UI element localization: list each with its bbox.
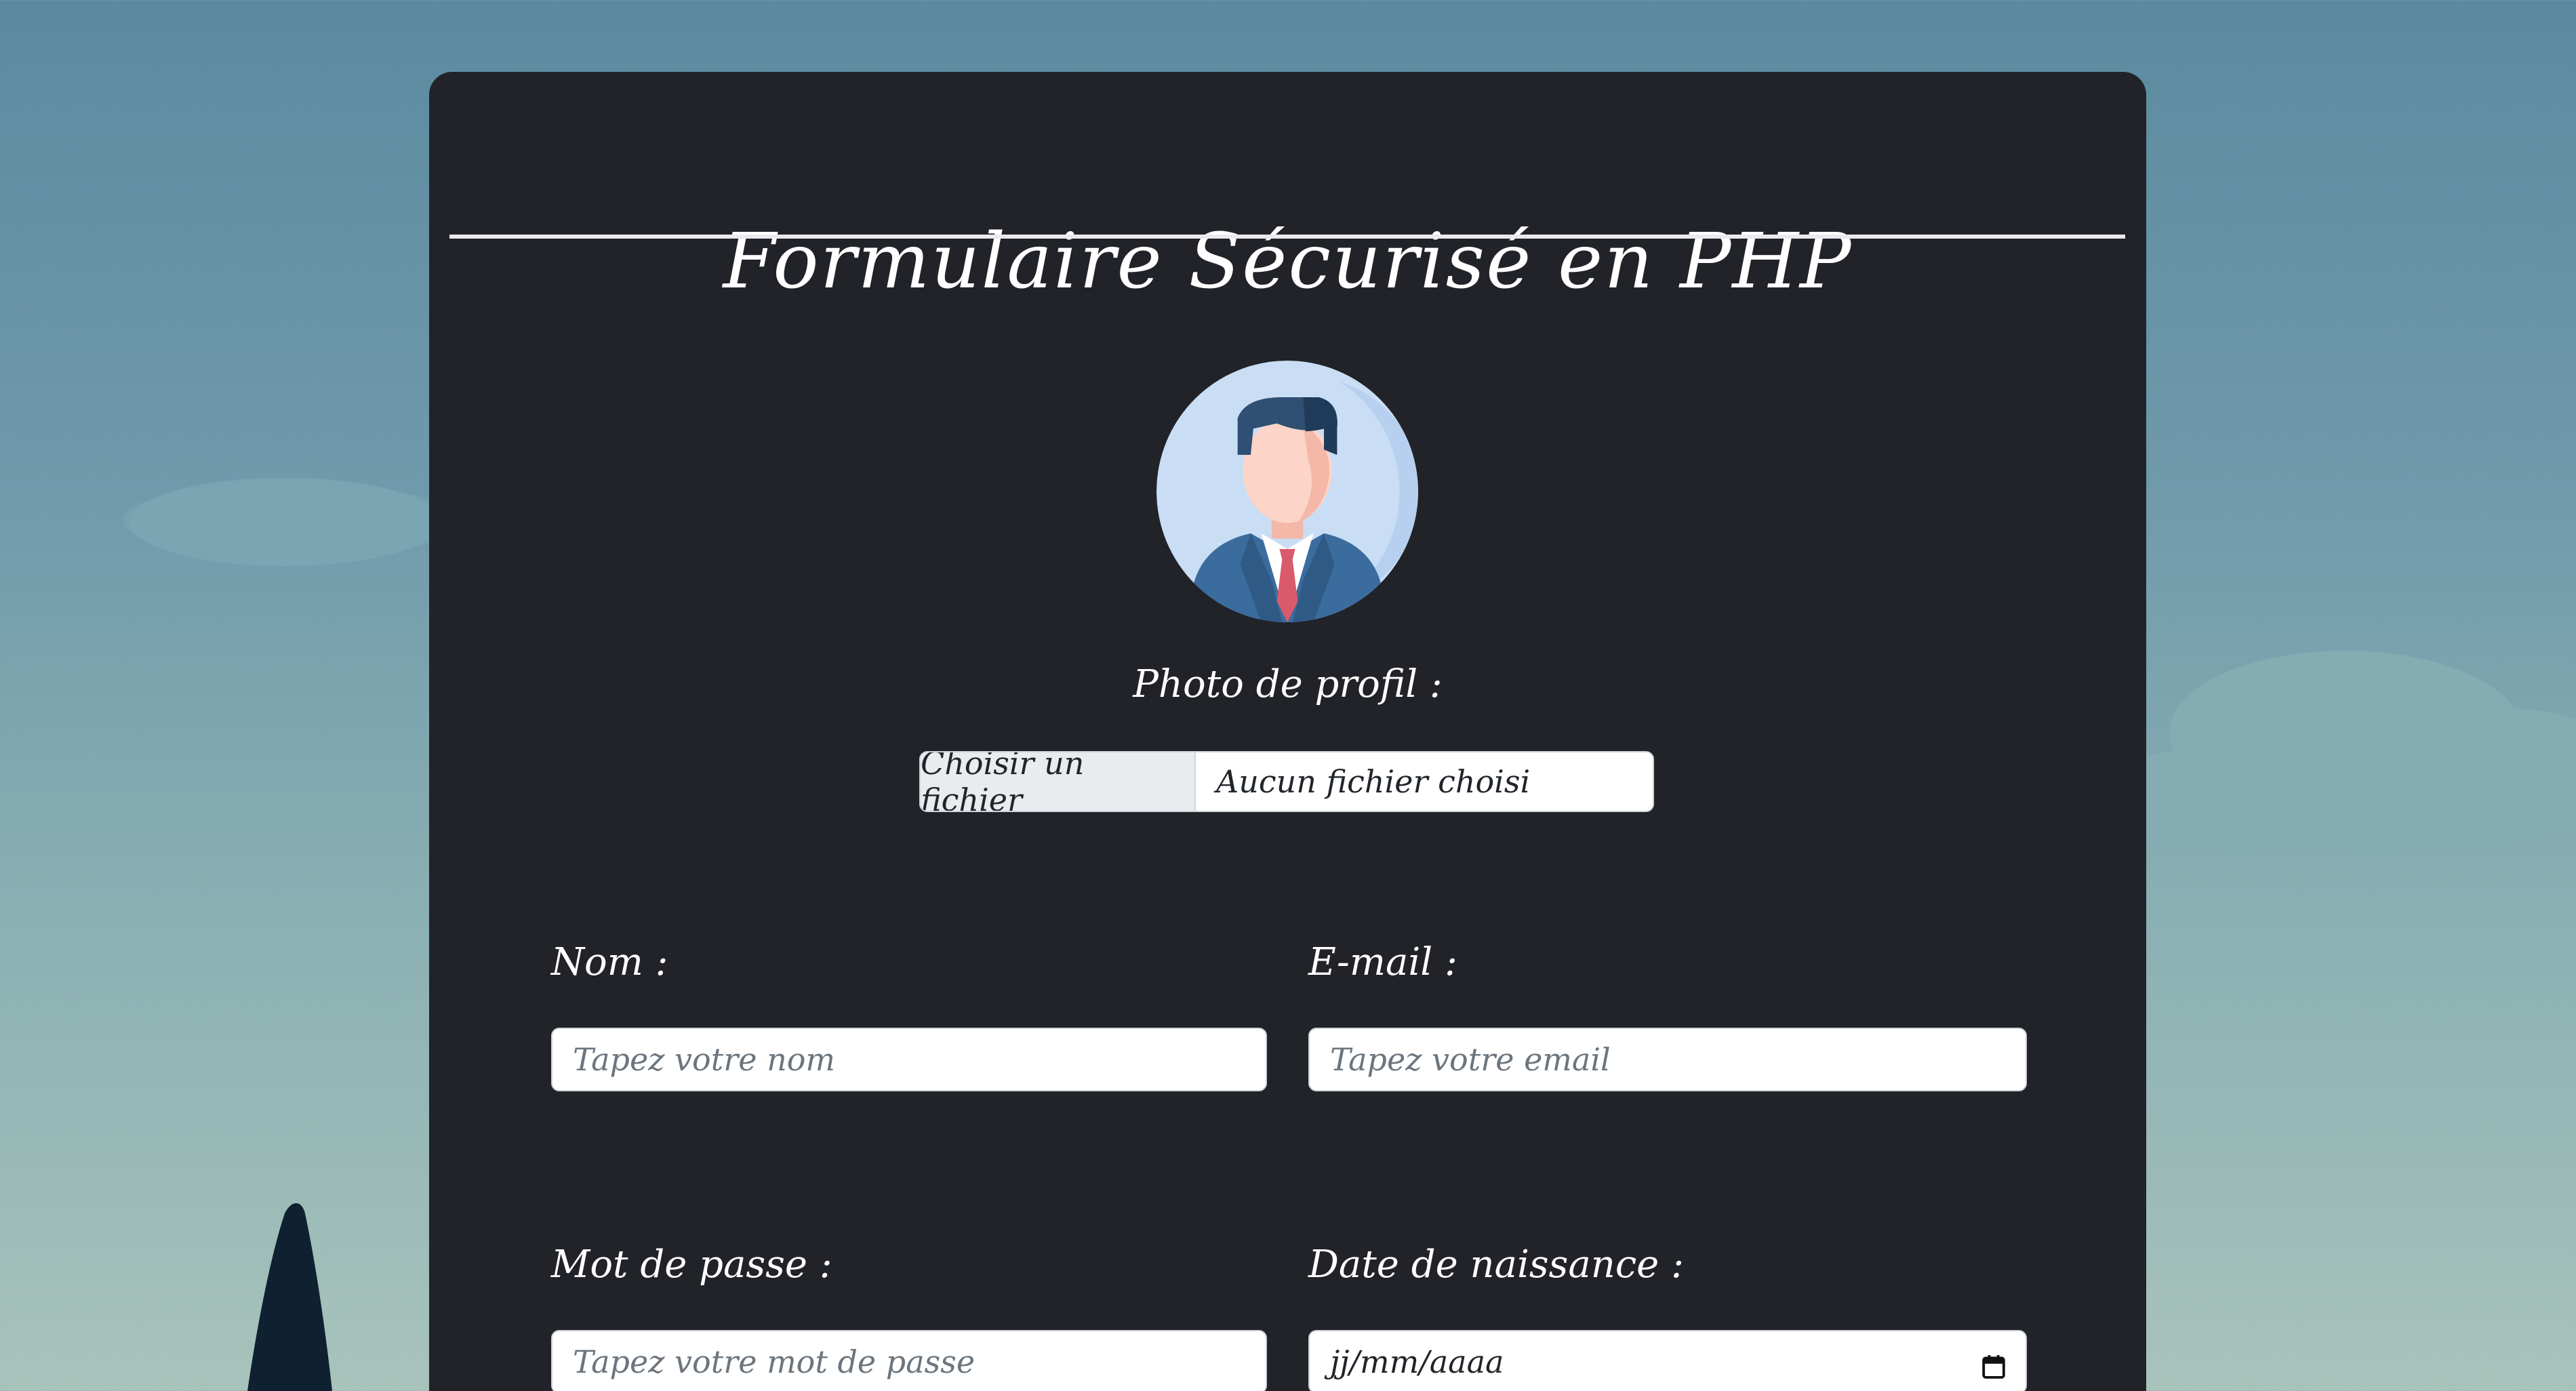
businessman-avatar-icon — [1156, 361, 1418, 622]
birthdate-placeholder: jj/mm/aaaa — [1330, 1344, 1504, 1380]
profile-photo-file-input[interactable]: Choisir un fichier Aucun fichier choisi — [919, 751, 1654, 812]
tree-silhouette — [247, 1203, 332, 1391]
email-input[interactable]: Tapez votre email — [1308, 1028, 2027, 1091]
choose-file-button[interactable]: Choisir un fichier — [921, 752, 1196, 811]
form-card: Formulaire Sécurisé en PHP Photo de prof… — [429, 72, 2146, 1391]
title-divider — [449, 235, 2125, 239]
cloud-right — [2088, 651, 2576, 854]
birthdate-label: Date de naissance : — [1308, 1243, 1684, 1287]
password-label: Mot de passe : — [551, 1243, 832, 1287]
calendar-icon[interactable] — [1982, 1350, 2005, 1379]
name-label: Nom : — [551, 940, 668, 984]
file-status-text: Aucun fichier choisi — [1216, 763, 1531, 800]
password-input[interactable]: Tapez votre mot de passe — [551, 1330, 1267, 1391]
profile-photo-label: Photo de profil : — [1133, 662, 1443, 706]
email-label: E-mail : — [1308, 940, 1457, 984]
name-input[interactable]: Tapez votre nom — [551, 1028, 1267, 1091]
page-title: Formulaire Sécurisé en PHP — [723, 218, 1853, 306]
birthdate-input[interactable]: jj/mm/aaaa — [1308, 1330, 2027, 1391]
